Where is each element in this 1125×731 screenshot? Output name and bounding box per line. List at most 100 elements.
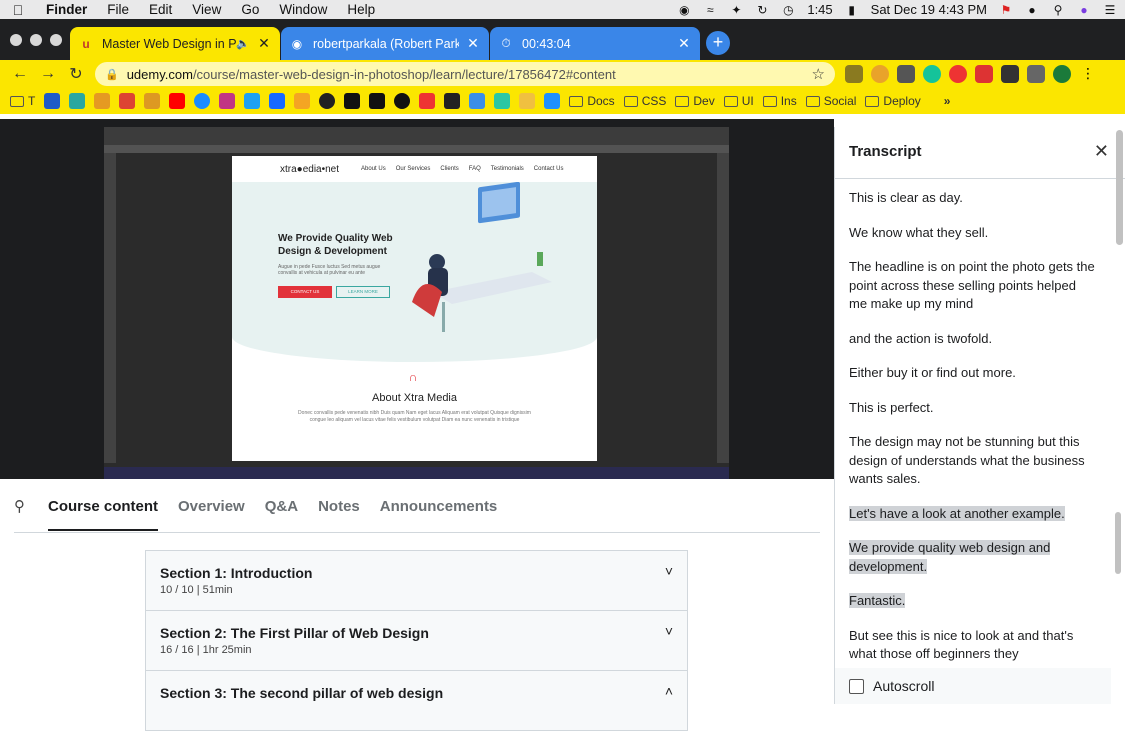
transcript-cue-active[interactable]: We provide quality web design and develo…: [849, 539, 1097, 576]
dev-icon[interactable]: [369, 93, 386, 109]
tab-timer[interactable]: ⏱ 00:43:04 ✕: [490, 27, 700, 60]
transcript-cue-active[interactable]: Fantastic.: [849, 592, 1097, 611]
transcript-cue[interactable]: The design may not be stunning but this …: [849, 433, 1097, 489]
zoom-window-icon[interactable]: [50, 34, 62, 46]
bookmark-icon[interactable]: [469, 93, 486, 109]
bookmark-icon[interactable]: [144, 93, 161, 109]
twitter-icon[interactable]: [244, 93, 261, 109]
siri-icon[interactable]: ●: [1077, 3, 1091, 17]
bookmark-folder-social[interactable]: Social: [805, 94, 856, 108]
close-tab-icon[interactable]: ✕: [465, 35, 481, 52]
user-icon[interactable]: ●: [1025, 3, 1039, 17]
autoscroll-checkbox[interactable]: [849, 678, 864, 694]
close-icon[interactable]: ✕: [1094, 141, 1109, 162]
close-tab-icon[interactable]: ✕: [676, 35, 692, 52]
section-accordion[interactable]: Section 2: The First Pillar of Web Desig…: [145, 610, 688, 671]
address-bar[interactable]: 🔒 udemy.com/course/master-web-design-in-…: [95, 62, 835, 86]
flag-icon[interactable]: ⚑: [999, 3, 1013, 17]
bookmark-folder-docs[interactable]: Docs: [569, 94, 615, 108]
transcript-list[interactable]: This is clear as day. We know what they …: [835, 179, 1111, 669]
speaker-icon[interactable]: 🔈: [236, 37, 250, 50]
menu-file[interactable]: File: [97, 2, 139, 17]
menu-help[interactable]: Help: [337, 2, 385, 17]
tab-notes[interactable]: Notes: [318, 490, 360, 529]
back-icon[interactable]: ←: [6, 65, 34, 83]
youtube-icon[interactable]: [169, 93, 186, 109]
chevron-up-icon[interactable]: ˄: [665, 683, 673, 699]
close-tab-icon[interactable]: ✕: [256, 35, 272, 52]
minimize-window-icon[interactable]: [30, 34, 42, 46]
bookmark-icon[interactable]: [519, 93, 536, 109]
tab-github[interactable]: ◉ robertparkala (Robert Parkala) ✕: [281, 27, 489, 60]
transcript-cue[interactable]: This is clear as day.: [849, 189, 1097, 208]
close-window-icon[interactable]: [10, 34, 22, 46]
color-extension-icon[interactable]: [871, 65, 889, 83]
creative-cloud-icon[interactable]: ◉: [677, 3, 691, 17]
tab-overview[interactable]: Overview: [178, 490, 245, 529]
bookmark-icon[interactable]: [544, 93, 561, 109]
scrollbar-thumb[interactable]: [1115, 512, 1121, 574]
bookmark-icon[interactable]: [69, 93, 86, 109]
list-extension-icon[interactable]: [1027, 65, 1045, 83]
transcript-cue[interactable]: We know what they sell.: [849, 224, 1097, 243]
bookmark-icon[interactable]: [119, 93, 136, 109]
github-icon[interactable]: [319, 93, 336, 109]
menu-window[interactable]: Window: [269, 2, 337, 17]
menu-dots-icon[interactable]: ⋮: [1079, 65, 1097, 83]
battery-icon[interactable]: ▮: [845, 3, 859, 17]
instagram-icon[interactable]: [219, 93, 236, 109]
search-icon[interactable]: ⚲: [14, 490, 48, 515]
chevron-down-icon[interactable]: ˅: [665, 563, 673, 579]
menu-go[interactable]: Go: [231, 2, 269, 17]
section-accordion[interactable]: Section 1: Introduction 10 / 10 | 51min …: [145, 550, 688, 611]
tab-qa[interactable]: Q&A: [265, 490, 298, 529]
apple-icon[interactable]: : [0, 2, 36, 18]
bookmark-icon[interactable]: [94, 93, 111, 109]
control-center-icon[interactable]: ☰: [1103, 3, 1117, 17]
wifi-icon[interactable]: ≈: [703, 3, 717, 17]
time-machine-icon[interactable]: ↻: [755, 3, 769, 17]
bluetooth-icon[interactable]: ✦: [729, 3, 743, 17]
menu-edit[interactable]: Edit: [139, 2, 182, 17]
reload-icon[interactable]: ↻: [62, 64, 90, 84]
eyedropper-extension-icon[interactable]: [897, 65, 915, 83]
bookmark-icon[interactable]: [494, 93, 511, 109]
bookmark-icon[interactable]: [444, 93, 461, 109]
video-player[interactable]: xtra●edia•net About Us Our Services Clie…: [0, 119, 834, 479]
page-scrollbar[interactable]: [1116, 130, 1123, 245]
profile-avatar[interactable]: [1053, 65, 1071, 83]
bookmark-folder-ins[interactable]: Ins: [762, 94, 797, 108]
messenger-icon[interactable]: [194, 93, 211, 109]
menu-app-name[interactable]: Finder: [36, 2, 97, 17]
autoscroll-row[interactable]: Autoscroll: [835, 668, 1111, 704]
tab-announcements[interactable]: Announcements: [380, 490, 498, 529]
transcript-cue-active[interactable]: Let's have a look at another example.: [849, 505, 1097, 524]
grammarly-extension-icon[interactable]: [923, 65, 941, 83]
behance-icon[interactable]: [269, 93, 286, 109]
bookmark-folder-dev[interactable]: Dev: [675, 94, 715, 108]
tab-course-content[interactable]: Course content: [48, 490, 159, 531]
transcript-cue[interactable]: Either buy it or find out more.: [849, 364, 1097, 383]
bookmark-folder-t[interactable]: T: [10, 94, 35, 108]
bookmark-icon[interactable]: [294, 93, 311, 109]
spotlight-icon[interactable]: ⚲: [1051, 3, 1065, 17]
transcript-cue[interactable]: The headline is on point the photo gets …: [849, 258, 1097, 314]
lock-icon[interactable]: 🔒: [105, 68, 119, 81]
menubar-datetime[interactable]: Sat Dec 19 4:43 PM: [871, 2, 987, 17]
bookmark-icon[interactable]: [44, 93, 61, 109]
bookmark-icon[interactable]: [419, 93, 436, 109]
transcript-cue[interactable]: This is perfect.: [849, 399, 1097, 418]
new-tab-button[interactable]: +: [706, 31, 730, 55]
battery-time[interactable]: 1:45: [807, 2, 832, 17]
forward-icon[interactable]: →: [34, 65, 62, 83]
screen-time-icon[interactable]: ◷: [781, 3, 795, 17]
bookmark-folder-deploy[interactable]: Deploy: [865, 94, 921, 108]
bookmark-star-icon[interactable]: ☆: [812, 65, 825, 83]
section-accordion[interactable]: Section 3: The second pillar of web desi…: [145, 670, 688, 731]
menu-view[interactable]: View: [182, 2, 231, 17]
medium-icon[interactable]: [344, 93, 361, 109]
bug-extension-icon[interactable]: [845, 65, 863, 83]
more-bookmarks-icon[interactable]: »: [944, 94, 951, 108]
bookmark-icon[interactable]: [394, 93, 411, 109]
tab-udemy[interactable]: u Master Web Design in Phot 🔈 ✕: [70, 27, 280, 60]
